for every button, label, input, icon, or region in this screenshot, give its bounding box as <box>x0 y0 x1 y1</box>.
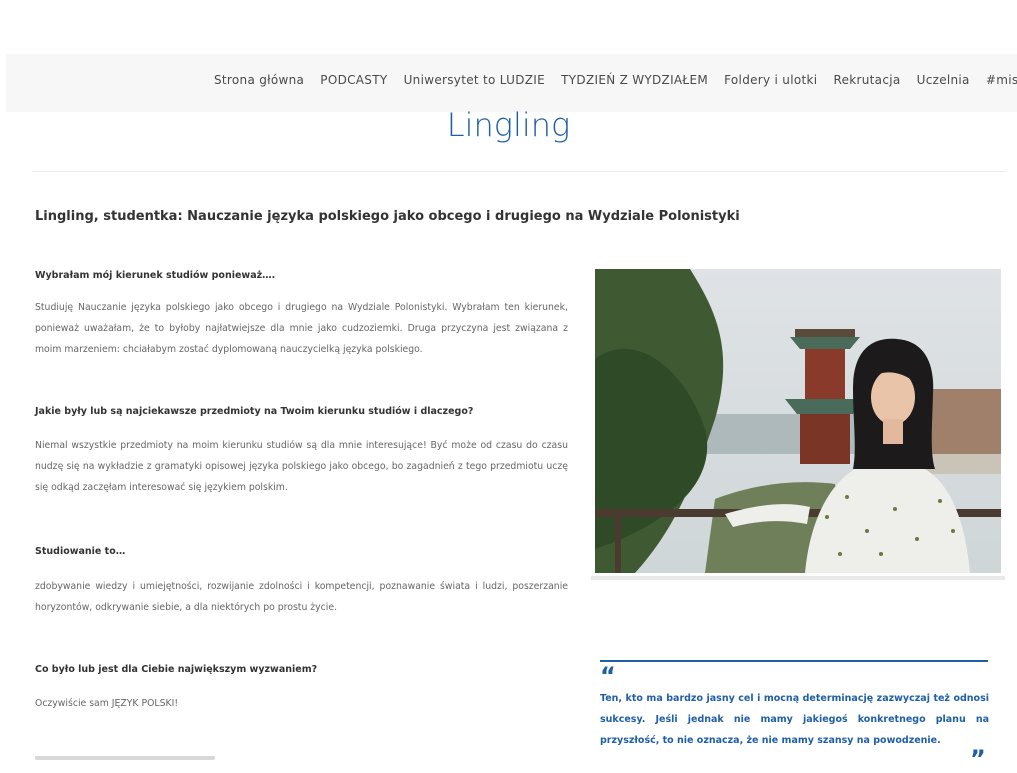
photo-illustration <box>595 269 1001 573</box>
photo-shadow <box>591 576 1005 580</box>
answer-text-4: Oczywiście sam JĘZYK POLSKI! <box>35 698 179 709</box>
student-photo <box>595 269 1001 573</box>
cut-off-text-line <box>35 756 215 764</box>
answer-text-1: Studiuję Nauczanie języka polskiego jako… <box>35 302 568 355</box>
quote-divider <box>600 660 988 662</box>
title-divider <box>32 171 1006 172</box>
question-heading-3: Studiowanie to… <box>35 546 126 557</box>
article-subtitle: Lingling, studentka: Nauczanie języka po… <box>35 209 740 224</box>
main-navbar: Strona główna PODCASTY Uniwersytet to LU… <box>6 54 1017 112</box>
nav-item-podcasts[interactable]: PODCASTY <box>320 73 387 87</box>
answer-text-3: zdobywanie wiedzy i umiejętności, rozwij… <box>35 581 568 613</box>
nav-item-university[interactable]: Uczelnia <box>917 73 970 87</box>
nav-item-recruitment[interactable]: Rekrutacja <box>833 73 900 87</box>
nav-item-home[interactable]: Strona główna <box>214 73 304 87</box>
question-heading-1: Wybrałam mój kierunek studiów ponieważ…. <box>35 270 276 281</box>
nav-menu: Strona główna PODCASTY Uniwersytet to LU… <box>214 73 1017 87</box>
nav-item-university-people[interactable]: Uniwersytet to LUDZIE <box>404 73 545 87</box>
nav-item-brochures[interactable]: Foldery i ulotki <box>724 73 817 87</box>
nav-item-faculty-week[interactable]: TYDZIEŃ Z WYDZIAŁEM <box>561 73 708 87</box>
pull-quote-text: Ten, kto ma bardzo jasny cel i mocną det… <box>600 693 989 746</box>
answer-text-2: Niemal wszystkie przedmioty na moim kier… <box>35 440 568 493</box>
quote-open-icon: “ <box>600 662 616 690</box>
page-title: Lingling <box>446 106 571 144</box>
question-heading-4: Co było lub jest dla Ciebie największym … <box>35 664 318 675</box>
question-heading-2: Jakie były lub są najciekawsze przedmiot… <box>35 406 474 417</box>
nav-item-misja[interactable]: #misjaU. <box>986 73 1017 87</box>
quote-close-icon: ” <box>970 745 986 773</box>
